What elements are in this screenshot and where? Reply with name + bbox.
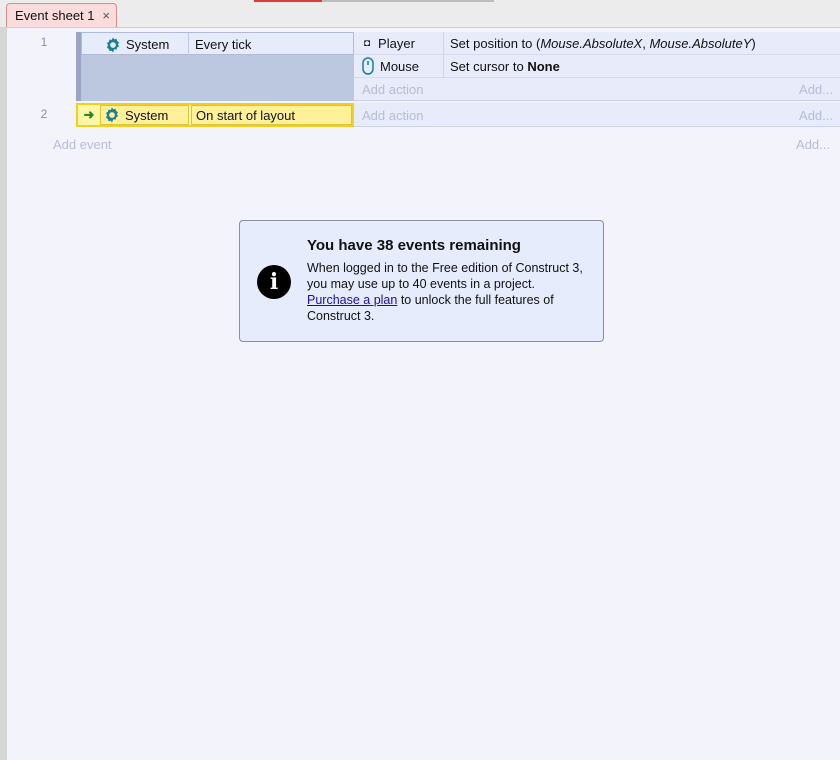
purchase-plan-link[interactable]: Purchase a plan [307, 293, 397, 307]
left-edge-bar [0, 27, 7, 760]
tab-event-sheet-1[interactable]: Event sheet 1 × [6, 3, 117, 27]
event-1-condition[interactable]: System Every tick [81, 32, 354, 56]
add-action-link[interactable]: Add action [354, 82, 423, 97]
condition-text: Every tick [195, 37, 252, 52]
event-2-actions: Add action Add... [354, 103, 840, 127]
event-number: 1 [40, 35, 48, 49]
add-more-link[interactable]: Add... [799, 82, 833, 97]
action-text-suffix: ) [751, 35, 756, 51]
event-2-condition[interactable]: ➜ System On start of layout [76, 103, 354, 127]
action-object: Mouse [354, 54, 444, 78]
action-object-label: Player [378, 35, 415, 51]
condition-object-label: System [126, 37, 170, 52]
action-text-prefix: Set position to ( [450, 35, 541, 51]
condition-object-label: System [125, 107, 169, 123]
top-accent-bar [254, 0, 494, 2]
mouse-icon [362, 57, 374, 75]
player-sprite-icon: ◘ [364, 37, 371, 49]
top-accent-red [254, 0, 322, 2]
add-action-link[interactable]: Add action [354, 108, 423, 123]
action-text-prefix: Set cursor to [450, 58, 528, 74]
event-1-actions: ◘ Player Set position to (Mouse.Absolute… [354, 31, 840, 101]
condition-text: On start of layout [196, 107, 295, 123]
add-event-more-link[interactable]: Add... [796, 137, 830, 152]
action-object-label: Mouse [380, 58, 420, 74]
trigger-arrow-icon: ➜ [83, 107, 95, 122]
action-row[interactable]: Mouse Set cursor to None [354, 54, 840, 78]
add-event-link[interactable]: Add event [53, 137, 112, 152]
action-row[interactable]: ◘ Player Set position to (Mouse.Absolute… [354, 31, 840, 55]
condition-object: System [100, 105, 189, 125]
action-param-x: Mouse.AbsoluteX [540, 35, 643, 51]
action-text: Set position to (Mouse.AbsoluteX, Mouse.… [444, 36, 756, 51]
tab-close-icon[interactable]: × [102, 8, 110, 23]
info-icon: i [257, 265, 291, 299]
condition-object: System [82, 33, 189, 56]
action-param-cursor: None [527, 58, 560, 74]
gear-icon [103, 106, 121, 124]
event-sheet: 1 System Every tick ◘ Player Set positio… [7, 27, 840, 760]
notice-body: When logged in to the Free edition of Co… [307, 260, 591, 324]
event-number: 2 [40, 107, 48, 121]
action-param-y: Mouse.AbsoluteY [649, 35, 752, 51]
action-object: ◘ Player [354, 31, 444, 55]
action-text: Set cursor to None [444, 59, 560, 74]
notice-title: You have 38 events remaining [307, 237, 521, 254]
top-strip [0, 0, 840, 27]
tab-label: Event sheet 1 [15, 8, 95, 23]
add-more-link[interactable]: Add... [799, 108, 833, 123]
gear-icon [104, 36, 122, 54]
events-remaining-notice: i You have 38 events remaining When logg… [239, 220, 604, 342]
notice-body-text: When logged in to the Free edition of Co… [307, 261, 583, 291]
